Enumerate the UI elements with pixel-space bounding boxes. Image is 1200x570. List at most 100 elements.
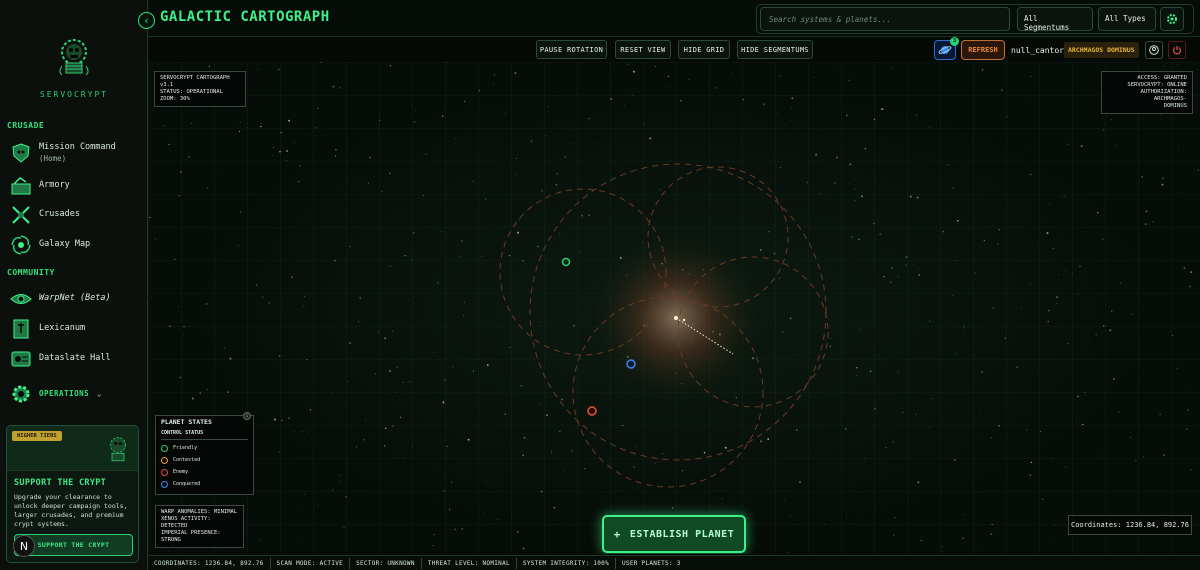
- star: [942, 230, 944, 233]
- star: [409, 381, 411, 383]
- star: [222, 170, 224, 172]
- legend-info-button[interactable]: i: [243, 412, 251, 420]
- star: [859, 518, 861, 520]
- pause-rotation-button[interactable]: PAUSE ROTATION: [536, 40, 607, 59]
- star: [654, 66, 656, 68]
- settings-button[interactable]: [1160, 7, 1184, 31]
- star: [412, 231, 415, 234]
- gear-icon: [1167, 14, 1177, 24]
- legend-entry-conquered: Conquered: [161, 481, 248, 488]
- type-filter-select[interactable]: All Types: [1098, 7, 1156, 31]
- star: [1035, 199, 1037, 200]
- collapse-sidebar-button[interactable]: ‹: [138, 12, 155, 29]
- section-label-community: COMMUNITY: [7, 268, 55, 277]
- sidebar-item-galaxy-map[interactable]: Galaxy Map: [10, 234, 142, 256]
- star: [572, 154, 573, 156]
- star: [448, 508, 451, 511]
- chevron-down-icon: ⌄: [97, 389, 102, 398]
- star: [1102, 238, 1104, 240]
- sidebar-item-lexicanum[interactable]: Lexicanum: [10, 318, 142, 340]
- star: [339, 86, 342, 89]
- star: [1189, 385, 1191, 387]
- star: [1030, 173, 1032, 176]
- star: [782, 331, 784, 333]
- sidebar-item-operations[interactable]: OPERATIONS ⌄: [10, 383, 142, 405]
- planet-marker-conquered[interactable]: [626, 359, 636, 369]
- n-badge[interactable]: N: [13, 535, 35, 557]
- star: [998, 229, 1000, 231]
- star: [1119, 282, 1122, 285]
- refresh-button[interactable]: REFRESH: [961, 40, 1005, 60]
- star: [859, 329, 861, 330]
- logout-button[interactable]: [1168, 41, 1186, 59]
- star: [1178, 149, 1180, 151]
- star: [905, 264, 907, 266]
- star: [285, 160, 287, 162]
- planet-marker-friendly[interactable]: [561, 257, 571, 267]
- star: [633, 70, 635, 73]
- segmentum-filter-select[interactable]: All Segmentums: [1017, 7, 1093, 32]
- hide-grid-button[interactable]: HIDE GRID: [678, 40, 730, 59]
- galaxy-map-canvas[interactable]: SERVOCRYPT CARTOGRAPH v3.1 STATUS: OPERA…: [148, 62, 1200, 554]
- star: [334, 155, 336, 157]
- sidebar-item-crusades[interactable]: Crusades: [10, 204, 142, 226]
- sidebar-item-armory[interactable]: Armory: [10, 175, 142, 197]
- star: [349, 245, 351, 248]
- reset-view-button[interactable]: RESET VIEW: [615, 40, 671, 59]
- xenos-activity: XENOS ACTIVITY: DETECTED: [161, 516, 211, 529]
- star: [298, 180, 300, 183]
- sidebar-item-warpnet[interactable]: WarpNet (Beta): [10, 288, 142, 310]
- star: [553, 506, 556, 509]
- star: [286, 150, 288, 152]
- planet-marker-enemy[interactable]: [587, 406, 597, 416]
- sidebar-item-mission-command[interactable]: Mission Command (Home): [10, 142, 142, 164]
- logo[interactable]: SERVOCRYPT: [0, 36, 148, 99]
- status-scan-mode: SCAN MODE: ACTIVE: [271, 557, 351, 569]
- star: [190, 122, 193, 125]
- star: [915, 413, 918, 416]
- star: [433, 533, 435, 536]
- header: GALACTIC CARTOGRAPH All Segmentums All T…: [148, 0, 1200, 37]
- status-sector: SECTOR: UNKNOWN: [350, 557, 422, 569]
- star: [730, 73, 732, 75]
- user-icon: [1149, 45, 1159, 55]
- star: [343, 526, 345, 528]
- star: [1109, 329, 1112, 332]
- star: [257, 69, 259, 71]
- search-input[interactable]: [760, 7, 1010, 31]
- star: [546, 414, 548, 417]
- star: [873, 407, 876, 410]
- logo-text: SERVOCRYPT: [39, 90, 109, 99]
- star: [947, 164, 949, 166]
- profile-button[interactable]: [1145, 41, 1163, 59]
- star: [795, 429, 798, 431]
- star: [688, 78, 690, 80]
- star: [334, 259, 336, 262]
- hide-segmentums-button[interactable]: HIDE SEGMENTUMS: [737, 40, 813, 59]
- star: [522, 259, 524, 262]
- star: [581, 214, 583, 217]
- star: [399, 416, 402, 419]
- star: [404, 255, 406, 257]
- star: [1065, 270, 1067, 272]
- star: [1082, 231, 1083, 232]
- star: [1076, 395, 1079, 398]
- info-status: STATUS: OPERATIONAL: [160, 89, 223, 95]
- star: [891, 68, 893, 70]
- star: [955, 353, 956, 355]
- establish-planet-button[interactable]: + ESTABLISH PLANET: [602, 515, 746, 553]
- star: [815, 153, 818, 156]
- star: [733, 340, 734, 342]
- star: [1029, 283, 1031, 285]
- star: [511, 517, 513, 519]
- star: [281, 419, 283, 422]
- star: [564, 156, 566, 158]
- authorization-line1: AUTHORIZATION: ARCHMAGOS-: [1140, 89, 1187, 102]
- legend-entry-enemy: Enemy: [161, 469, 248, 476]
- star: [643, 124, 645, 125]
- sidebar-item-dataslate-hall[interactable]: Dataslate Hall: [10, 348, 142, 370]
- star: [454, 138, 456, 140]
- star: [359, 296, 362, 299]
- username: null_cantor: [1011, 46, 1064, 55]
- star: [383, 445, 386, 447]
